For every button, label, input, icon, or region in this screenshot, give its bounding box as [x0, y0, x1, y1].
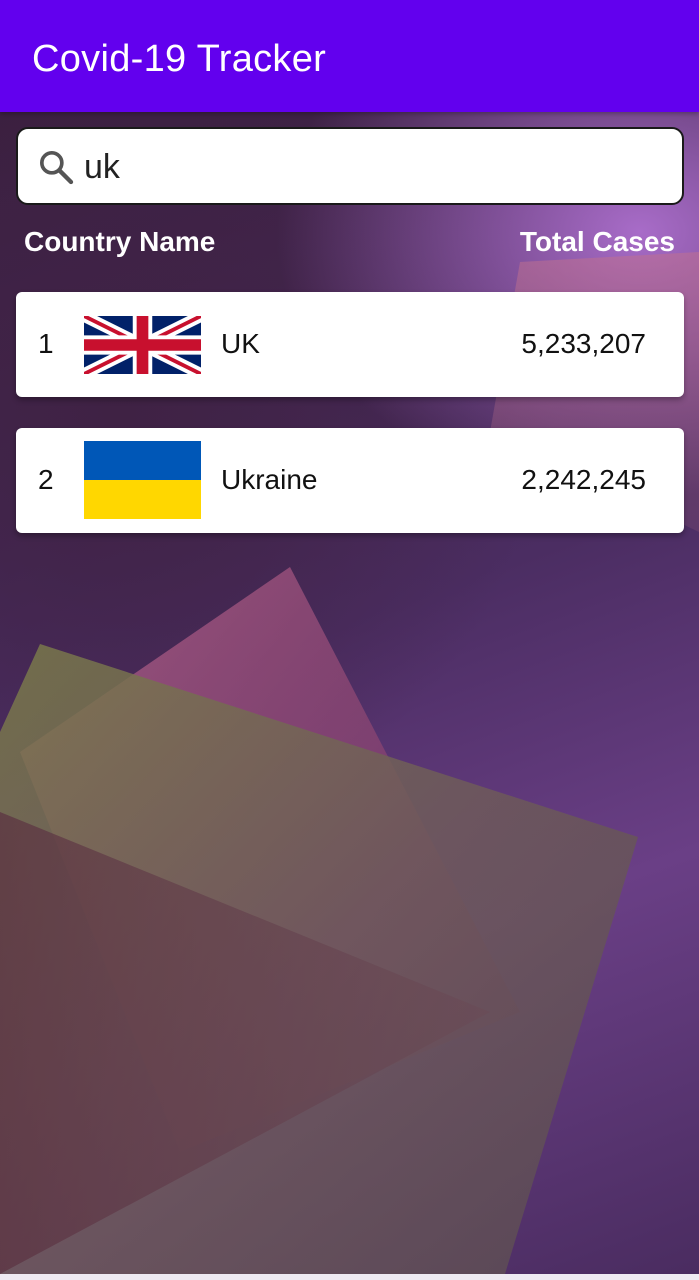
search-bar[interactable]: [16, 127, 684, 205]
country-name-header: Country Name: [24, 226, 216, 257]
navigation-bar-strip: [0, 1274, 699, 1280]
app-title: Covid-19 Tracker: [32, 38, 327, 80]
ukraine-flag-icon: [84, 441, 201, 519]
uk-flag-icon: [84, 316, 201, 374]
row-total-cases: 5,233,207: [521, 328, 646, 359]
row-total-cases: 2,242,245: [521, 464, 646, 495]
app-bar: Covid-19 Tracker: [0, 0, 699, 112]
row-country-name: UK: [221, 328, 260, 359]
background-artwork: [0, 112, 699, 1274]
row-rank: 2: [38, 464, 54, 495]
row-country-name: Ukraine: [221, 464, 318, 495]
total-cases-header: Total Cases: [519, 226, 675, 257]
country-row-ukraine[interactable]: 2 Ukraine 2,242,245: [16, 428, 684, 533]
row-rank: 1: [38, 328, 54, 359]
search-input[interactable]: [84, 141, 664, 193]
search-icon: [40, 151, 74, 185]
country-row-uk[interactable]: 1 UK 5,233,207: [16, 292, 684, 397]
